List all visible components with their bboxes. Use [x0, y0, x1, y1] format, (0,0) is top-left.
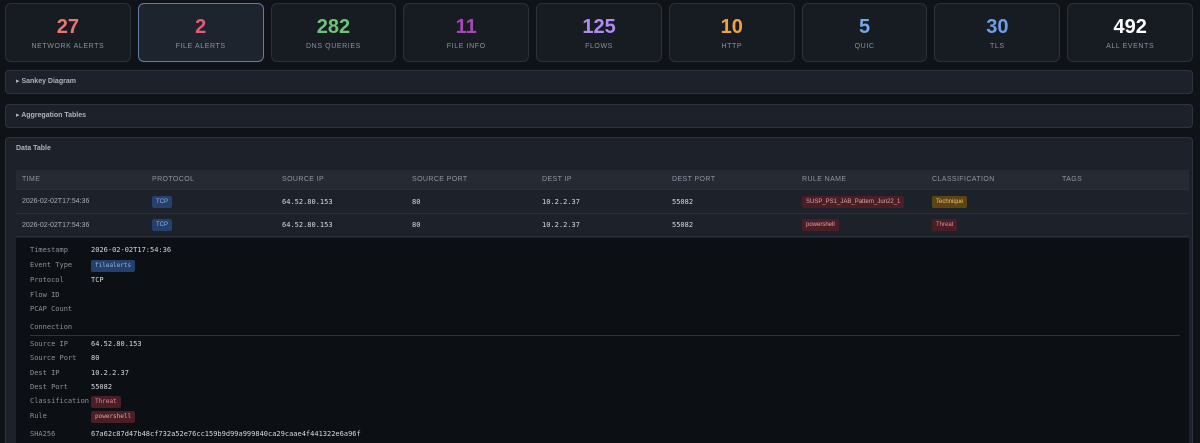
detail-source-ip-label: Source IP: [30, 340, 68, 348]
cell-dest-port: 55082: [672, 197, 694, 206]
stat-card-http[interactable]: 10 HTTP: [668, 3, 795, 62]
stat-label: NETWORK ALERTS: [31, 42, 105, 50]
events-table: TIME PROTOCOL SOURCE IP SOURCE PORT DEST…: [16, 170, 1189, 237]
stat-value: 125: [582, 15, 616, 38]
detail-classification-badge: Threat: [91, 396, 121, 408]
classification-badge: Technique: [932, 195, 968, 208]
detail-classification-value: Threat: [91, 396, 121, 408]
connection-section-title: Connection: [30, 323, 1180, 336]
cell-dest-port: 55082: [672, 221, 694, 229]
detail-dest-port-value: 55082: [91, 383, 113, 391]
protocol-badge: TCP: [152, 195, 172, 208]
detail-rule-badge: powershell: [91, 411, 136, 423]
stat-value: 10: [720, 15, 743, 38]
col-dest-port[interactable]: DEST PORT: [666, 176, 796, 183]
data-table-panel: Data Table TIME PROTOCOL SOURCE IP SOURC…: [5, 137, 1193, 443]
col-tags[interactable]: TAGS: [1056, 176, 1186, 183]
table-row[interactable]: 2026-02-02T17:54:36 TCP 64.52.80.153 80 …: [16, 190, 1189, 214]
table-row[interactable]: 2026-02-02T17:54:36 TCP 64.52.80.153 80 …: [16, 214, 1189, 237]
cell-dest-ip: 10.2.2.37: [542, 197, 580, 206]
stat-card-dns-queries[interactable]: 282 DNS QUERIES: [270, 3, 397, 62]
stat-value: 2: [195, 15, 207, 38]
cell-source-port: 80: [412, 197, 421, 206]
detail-sha256-label: SHA256: [30, 430, 56, 438]
stat-label: FLOWS: [585, 42, 613, 50]
detail-rule-value: powershell: [91, 411, 136, 423]
detail-timestamp-label: Timestamp: [30, 246, 68, 254]
stat-value: 11: [455, 15, 477, 38]
stat-card-quic[interactable]: 5 QUIC: [801, 3, 928, 62]
detail-protocol-value: TCP: [91, 276, 104, 284]
detail-protocol-label: Protocol: [30, 276, 64, 284]
stat-card-all-events[interactable]: 492 ALL EVENTS: [1067, 3, 1194, 62]
rule-badge: powershell: [802, 219, 839, 231]
classification-badge: Threat: [932, 219, 958, 231]
stat-label: HTTP: [721, 42, 743, 50]
stat-label: FILE INFO: [446, 42, 486, 50]
event-type-badge: filealerts: [91, 260, 136, 272]
cell-dest-ip: 10.2.2.37: [542, 221, 580, 229]
stat-label: DNS QUERIES: [306, 42, 361, 50]
cell-source-ip: 64.52.80.153: [282, 221, 333, 229]
stat-value: 27: [56, 15, 80, 38]
detail-source-port-value: 80: [91, 354, 100, 362]
stat-label: TLS: [990, 42, 1005, 50]
detail-timestamp-value: 2026-02-02T17:54:36: [91, 246, 172, 254]
cell-protocol: TCP: [146, 219, 276, 231]
event-detail-panel: Timestamp 2026-02-02T17:54:36 Event Type…: [16, 238, 1189, 443]
cell-classification: Technique: [926, 195, 1056, 208]
cell-rule-name: powershell: [796, 219, 926, 231]
detail-source-port-label: Source Port: [30, 354, 77, 362]
stat-card-file-info[interactable]: 11 FILE INFO: [403, 3, 530, 62]
col-classification[interactable]: CLASSIFICATION: [926, 176, 1056, 183]
col-time[interactable]: TIME: [16, 176, 146, 183]
stat-value: 30: [986, 15, 1009, 38]
stat-label: ALL EVENTS: [1106, 42, 1155, 50]
stat-card-file-alerts[interactable]: 2 FILE ALERTS: [137, 3, 264, 62]
detail-dest-ip-value: 10.2.2.37: [91, 369, 129, 377]
detail-flow-id-label: Flow ID: [30, 291, 60, 299]
rule-badge: SUSP_PS1_JAB_Pattern_Jun22_1: [802, 195, 905, 208]
detail-classification-label: Classification: [30, 397, 90, 405]
col-source-ip[interactable]: SOURCE IP: [276, 176, 406, 183]
col-protocol[interactable]: PROTOCOL: [146, 176, 276, 183]
aggregation-panel-toggle[interactable]: ▸ Aggregation Tables: [6, 105, 1192, 127]
stats-bar: 27 NETWORK ALERTS 2 FILE ALERTS 282 DNS …: [5, 3, 1194, 62]
detail-rule-label: Rule: [30, 412, 47, 420]
stat-value: 492: [1113, 15, 1147, 38]
stat-card-tls[interactable]: 30 TLS: [934, 3, 1061, 62]
stat-label: FILE ALERTS: [175, 42, 226, 50]
col-dest-ip[interactable]: DEST IP: [536, 176, 666, 183]
cell-rule-name: SUSP_PS1_JAB_Pattern_Jun22_1: [796, 195, 926, 208]
table-header-row: TIME PROTOCOL SOURCE IP SOURCE PORT DEST…: [16, 170, 1189, 190]
stat-card-network-alerts[interactable]: 27 NETWORK ALERTS: [5, 3, 131, 62]
col-source-port[interactable]: SOURCE PORT: [406, 176, 536, 183]
cell-protocol: TCP: [146, 195, 276, 208]
cell-source-ip: 64.52.80.153: [282, 197, 333, 206]
cell-source-port: 80: [412, 221, 421, 229]
aggregation-panel[interactable]: ▸ Aggregation Tables: [5, 104, 1193, 128]
detail-dest-ip-label: Dest IP: [30, 369, 60, 377]
cell-time: 2026-02-02T17:54:36: [22, 221, 90, 229]
detail-sha256-value: 67a62c87d47b48cf732a52e76cc159b9d99a9998…: [91, 430, 361, 438]
detail-source-ip-value: 64.52.80.153: [91, 340, 142, 348]
stat-value: 5: [859, 15, 871, 38]
cell-classification: Threat: [926, 219, 1056, 231]
detail-dest-port-label: Dest Port: [30, 383, 68, 391]
stat-value: 282: [316, 15, 351, 38]
sankey-panel-toggle[interactable]: ▸ Sankey Diagram: [6, 71, 1192, 93]
stat-card-flows[interactable]: 125 FLOWS: [536, 3, 662, 62]
sankey-panel[interactable]: ▸ Sankey Diagram: [5, 70, 1193, 94]
detail-event-type-label: Event Type: [30, 261, 73, 269]
protocol-badge: TCP: [152, 219, 172, 231]
detail-event-type-value: filealerts: [91, 260, 136, 272]
cell-time: 2026-02-02T17:54:36: [22, 198, 90, 205]
col-rule-name[interactable]: RULE NAME: [796, 176, 926, 183]
data-table-title: Data Table: [16, 145, 51, 152]
stat-label: QUIC: [854, 42, 875, 50]
detail-pcap-label: PCAP Count: [30, 305, 73, 313]
